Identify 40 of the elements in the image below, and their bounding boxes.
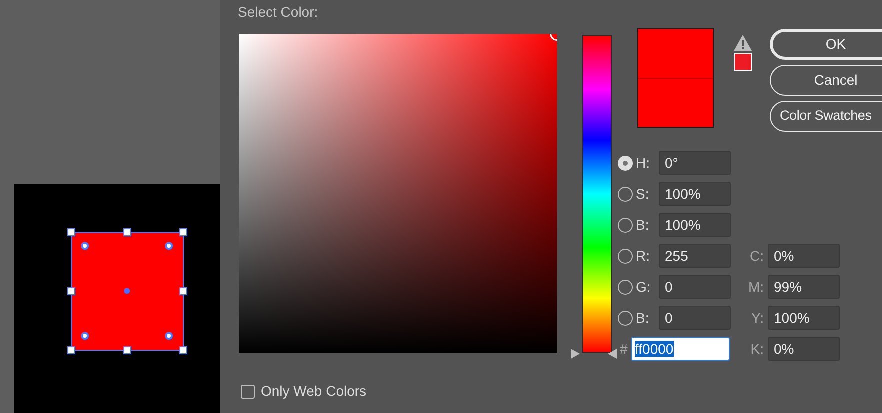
field-label: Y: [750, 308, 765, 328]
input-field[interactable]: 0° [659, 151, 731, 175]
field-label: R: [635, 246, 651, 266]
field-label: # [619, 340, 629, 358]
input-field[interactable]: 100% [659, 182, 731, 206]
checkbox-label: Only Web Colors [261, 382, 367, 401]
field-label: B: [635, 308, 650, 328]
field-label: K: [750, 340, 765, 358]
input-field[interactable]: 0% [768, 244, 840, 268]
radio-button[interactable] [618, 310, 633, 326]
radio-button[interactable] [618, 218, 633, 232]
warning-icon[interactable] [734, 35, 752, 51]
radio-button[interactable] [618, 280, 633, 294]
input-field[interactable]: 255 [659, 244, 731, 268]
radio-button[interactable] [618, 248, 633, 264]
field-label: S: [635, 184, 650, 204]
field-label: M: [747, 278, 765, 296]
input-field[interactable]: 0 [659, 275, 731, 299]
field-label: B: [635, 216, 650, 234]
field-label: C: [749, 246, 765, 266]
dialog-button[interactable]: Color Swatches [770, 101, 882, 132]
dialog-title: Select Color: [237, 3, 320, 22]
input-field[interactable]: 100% [768, 306, 840, 330]
field-label: H: [635, 154, 651, 172]
picker-ring-icon[interactable] [550, 34, 557, 41]
input-field[interactable]: 0 [659, 306, 731, 330]
color-field[interactable] [239, 34, 557, 353]
radio-button[interactable] [618, 156, 633, 170]
checkbox[interactable] [241, 384, 255, 398]
dialog-button[interactable]: OK [770, 29, 882, 60]
input-field[interactable]: 99% [768, 275, 840, 299]
field-label: G: [635, 278, 652, 296]
gamut-color-swatch[interactable] [734, 53, 752, 71]
input-field[interactable]: 100% [659, 213, 731, 237]
slider-thumb-icon[interactable] [571, 349, 617, 359]
dialog-button[interactable]: Cancel [770, 65, 882, 96]
radio-button[interactable] [618, 186, 633, 202]
input-field[interactable]: 0% [768, 337, 840, 361]
hue-slider[interactable] [571, 35, 617, 360]
hex-input-field[interactable]: ff0000 [631, 337, 730, 361]
